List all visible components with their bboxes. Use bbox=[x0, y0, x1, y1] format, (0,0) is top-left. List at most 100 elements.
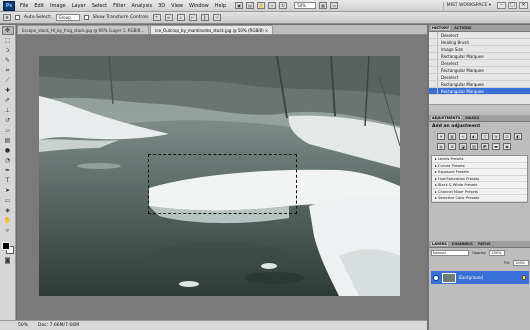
eyedropper-tool-icon[interactable]: ⟋ bbox=[2, 76, 14, 85]
foreground-color-swatch[interactable] bbox=[1, 242, 10, 250]
dodge-tool-icon[interactable]: ◔ bbox=[2, 156, 14, 165]
channel-mixer-icon[interactable]: ⊛ bbox=[448, 143, 456, 150]
zoom-tool-icon[interactable]: ⌕ bbox=[2, 226, 14, 235]
eye-icon[interactable] bbox=[433, 274, 439, 281]
move-tool-icon[interactable]: ✥ bbox=[3, 14, 11, 21]
tab-history[interactable]: HISTORY bbox=[431, 26, 451, 30]
brightness-icon[interactable]: ☀ bbox=[437, 133, 445, 140]
close-button[interactable]: × bbox=[519, 2, 528, 9]
workspace-switcher[interactable]: MIST WORKSPACE ▾ bbox=[442, 2, 494, 10]
maximize-button[interactable]: □ bbox=[508, 2, 517, 9]
photo-filter-icon[interactable]: ◍ bbox=[437, 143, 445, 150]
color-swatches[interactable] bbox=[1, 241, 15, 255]
type-tool-icon[interactable]: T bbox=[2, 176, 14, 185]
tab-adjustments[interactable]: ADJUSTMENTS bbox=[431, 116, 462, 120]
levels-icon[interactable]: ▥ bbox=[448, 133, 456, 140]
preset-selective-color[interactable]: ▸ Selective Color Presets bbox=[432, 195, 527, 202]
history-brush-tool-icon[interactable]: ↺ bbox=[2, 116, 14, 125]
zoom-icon[interactable]: ⌕ bbox=[268, 2, 277, 9]
menu-filter[interactable]: Filter bbox=[110, 3, 128, 9]
pen-tool-icon[interactable]: ✒ bbox=[2, 166, 14, 175]
zoom-level-field[interactable]: 50% bbox=[294, 2, 317, 9]
br-icon[interactable]: ▣ bbox=[235, 2, 244, 9]
history-row[interactable]: Deselect bbox=[429, 32, 530, 39]
bw-icon[interactable]: ◧ bbox=[514, 133, 522, 140]
menu-analysis[interactable]: Analysis bbox=[129, 3, 156, 9]
invert-icon[interactable]: ◪ bbox=[459, 143, 467, 150]
gradient-map-icon[interactable]: ▬ bbox=[492, 143, 500, 150]
menu-layer[interactable]: Layer bbox=[69, 3, 89, 9]
history-row[interactable]: Rectangular Marquee bbox=[429, 81, 530, 88]
history-row[interactable]: Deselect bbox=[429, 74, 530, 81]
hand-icon[interactable]: ✋ bbox=[257, 2, 266, 9]
menu-edit[interactable]: Edit bbox=[31, 3, 47, 9]
menu-help[interactable]: Help bbox=[212, 3, 229, 9]
align-middle-icon[interactable]: ≡ bbox=[164, 14, 173, 21]
tab-paths[interactable]: PATHS bbox=[477, 242, 492, 246]
crop-tool-icon[interactable]: ⌗ bbox=[2, 66, 14, 75]
menu-window[interactable]: Window bbox=[186, 3, 212, 9]
brush-tool-icon[interactable]: ✐ bbox=[2, 96, 14, 105]
tab-masks[interactable]: MASKS bbox=[464, 116, 480, 120]
history-row[interactable]: Rectangular Marquee bbox=[429, 67, 530, 74]
status-zoom[interactable]: 50% bbox=[18, 323, 28, 328]
quick-select-tool-icon[interactable]: ✎ bbox=[2, 56, 14, 65]
marquee-tool-icon[interactable]: ⬚ bbox=[2, 36, 14, 45]
hue-icon[interactable]: ≋ bbox=[492, 133, 500, 140]
mb-icon[interactable]: ▤ bbox=[246, 2, 255, 9]
document-tab-ice-outcrop[interactable]: Ice_Outcrop_by_mardinsdes_stock.jpg @ 50… bbox=[150, 25, 274, 34]
selective-color-icon[interactable]: ◉ bbox=[503, 143, 511, 150]
move-tool-icon[interactable]: ✥ bbox=[1, 26, 14, 35]
posterize-icon[interactable]: ▨ bbox=[470, 143, 478, 150]
3d-rotate-tool-icon[interactable]: ◈ bbox=[2, 206, 14, 215]
blend-mode-select[interactable]: Normal bbox=[431, 250, 469, 256]
gradient-tool-icon[interactable]: ▤ bbox=[2, 136, 14, 145]
history-row[interactable]: Deselect bbox=[429, 60, 530, 67]
auto-select-dropdown[interactable]: Group bbox=[55, 14, 80, 21]
curves-icon[interactable]: ∿ bbox=[459, 133, 467, 140]
lasso-tool-icon[interactable]: ↄ bbox=[2, 46, 14, 55]
layer-row-background[interactable]: Background bbox=[431, 271, 529, 284]
minimize-button[interactable]: – bbox=[497, 2, 506, 9]
auto-select-checkbox[interactable] bbox=[15, 15, 20, 20]
color-balance-icon[interactable]: ⚖ bbox=[503, 133, 511, 140]
show-transform-checkbox[interactable] bbox=[83, 15, 89, 20]
tab-actions[interactable]: ACTIONS bbox=[453, 26, 472, 30]
document-tab-escape[interactable]: Escape_stock_HI_by_frag_stock.jpg @ 66% … bbox=[17, 25, 150, 34]
tab-channels[interactable]: CHANNELS bbox=[451, 242, 474, 246]
menu-view[interactable]: View bbox=[168, 3, 186, 9]
screen-mode-icon[interactable]: ▭ bbox=[330, 2, 339, 9]
align-right-icon[interactable]: ⊣ bbox=[212, 14, 221, 21]
history-row-active[interactable]: Rectangular Marquee bbox=[429, 88, 530, 95]
path-select-tool-icon[interactable]: ➤ bbox=[2, 186, 14, 195]
shape-tool-icon[interactable]: ▭ bbox=[2, 196, 14, 205]
fill-field[interactable]: 100% bbox=[513, 260, 529, 266]
history-row[interactable]: Rectangular Marquee bbox=[429, 53, 530, 60]
menu-select[interactable]: Select bbox=[89, 3, 110, 9]
align-center-icon[interactable]: ‖ bbox=[200, 14, 209, 21]
document-image[interactable] bbox=[39, 56, 400, 296]
threshold-icon[interactable]: ◩ bbox=[481, 143, 489, 150]
align-left-icon[interactable]: ⊢ bbox=[188, 14, 197, 21]
vibrance-icon[interactable]: ▽ bbox=[481, 133, 489, 140]
healing-brush-tool-icon[interactable]: ✚ bbox=[2, 86, 14, 95]
opacity-field[interactable]: 100% bbox=[489, 250, 506, 256]
blur-tool-icon[interactable]: ● bbox=[2, 146, 14, 155]
clone-stamp-tool-icon[interactable]: ⊥ bbox=[2, 106, 14, 115]
hand-tool-icon[interactable]: ✋ bbox=[2, 216, 14, 225]
menu-image[interactable]: Image bbox=[47, 3, 69, 9]
align-bottom-icon[interactable]: ⊥ bbox=[176, 14, 185, 21]
align-top-icon[interactable]: ⊤ bbox=[152, 14, 161, 21]
history-row[interactable]: Healing Brush bbox=[429, 39, 530, 46]
arrange-icon[interactable]: ▦ bbox=[319, 2, 328, 9]
rotate-icon[interactable]: ↻ bbox=[279, 2, 288, 9]
eraser-tool-icon[interactable]: ▱ bbox=[2, 126, 14, 135]
menu-file[interactable]: File bbox=[17, 3, 31, 9]
menu-3d[interactable]: 3D bbox=[155, 3, 168, 9]
selection-marquee[interactable] bbox=[148, 154, 297, 214]
quick-mask-icon[interactable]: ◙ bbox=[2, 256, 14, 265]
tab-layers[interactable]: LAYERS bbox=[431, 242, 448, 246]
exposure-icon[interactable]: ◐ bbox=[470, 133, 478, 140]
canvas-area[interactable] bbox=[17, 35, 427, 320]
history-row[interactable]: Image Size bbox=[429, 46, 530, 53]
